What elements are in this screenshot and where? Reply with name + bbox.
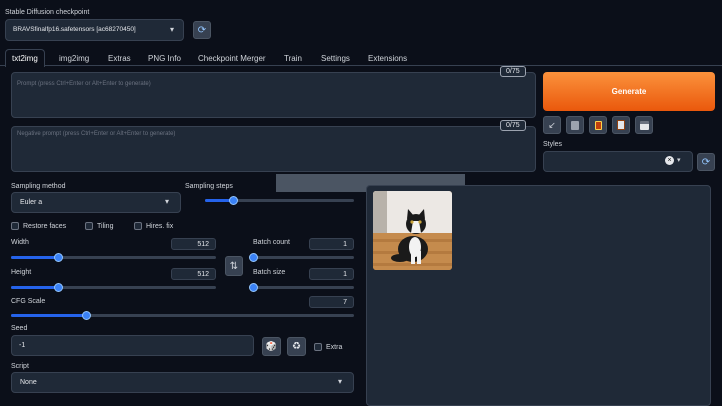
- extra-networks-button[interactable]: [589, 116, 607, 134]
- random-seed-button[interactable]: 🎲: [262, 337, 281, 356]
- arrow-in-icon: ↙: [548, 119, 556, 130]
- batch-size-slider[interactable]: [249, 283, 354, 292]
- dice-icon: 🎲: [265, 341, 278, 351]
- card-icon: [594, 120, 602, 130]
- cfg-scale-slider[interactable]: [11, 311, 354, 320]
- height-input[interactable]: 512: [171, 268, 216, 280]
- styles-label: Styles: [543, 141, 563, 148]
- batch-size-input[interactable]: 1: [309, 268, 354, 280]
- read-params-button[interactable]: ↙: [543, 116, 561, 134]
- seed-input[interactable]: -1: [11, 335, 254, 356]
- generated-image-thumbnail[interactable]: [373, 191, 452, 270]
- tab-checkpoint-merger[interactable]: Checkpoint Merger: [198, 54, 266, 63]
- refresh-icon: ⟳: [197, 24, 207, 36]
- sampling-method-label: Sampling method: [11, 183, 66, 190]
- checkbox-box[interactable]: [134, 222, 142, 230]
- tab-png-info[interactable]: PNG Info: [148, 54, 181, 63]
- negative-prompt-token-counter: 0/75: [500, 120, 526, 131]
- cfg-scale-input[interactable]: 7: [309, 296, 354, 308]
- restore-faces-checkbox[interactable]: Restore faces: [11, 222, 66, 230]
- negative-prompt-textarea[interactable]: Negative prompt (press Ctrl+Enter or Alt…: [11, 126, 536, 172]
- seed-label: Seed: [11, 325, 28, 332]
- checkbox-box[interactable]: [85, 222, 93, 230]
- apply-styles-button[interactable]: [612, 116, 630, 134]
- generate-button[interactable]: Generate: [543, 72, 715, 111]
- save-icon: [639, 120, 649, 130]
- tab-txt2img[interactable]: txt2img: [5, 49, 45, 67]
- prompt-textarea[interactable]: Prompt (press Ctrl+Enter or Alt+Enter to…: [11, 72, 536, 118]
- checkpoint-select[interactable]: BRAVSfinalfp16.safetensors [ac68270450] …: [5, 19, 184, 41]
- width-input[interactable]: 512: [171, 238, 216, 250]
- prompt-placeholder: Prompt (press Ctrl+Enter or Alt+Enter to…: [17, 81, 151, 87]
- tab-divider: [0, 65, 722, 66]
- script-select[interactable]: None ▾: [11, 372, 354, 393]
- height-slider[interactable]: [11, 283, 216, 292]
- sampling-method-value: Euler a: [20, 199, 43, 206]
- cat-image: [373, 191, 452, 270]
- tiling-checkbox[interactable]: Tiling: [85, 222, 113, 230]
- cfg-scale-label: CFG Scale: [11, 298, 46, 305]
- checkpoint-label: Stable Diffusion checkpoint: [5, 9, 90, 16]
- width-slider[interactable]: [11, 253, 216, 262]
- extra-seed-checkbox[interactable]: Extra: [314, 343, 342, 351]
- restore-faces-label: Restore faces: [23, 222, 67, 230]
- refresh-icon: ⟳: [701, 156, 711, 168]
- batch-count-input[interactable]: 1: [309, 238, 354, 250]
- checkpoint-value: BRAVSfinalfp16.safetensors [ac68270450]: [13, 26, 136, 33]
- checkbox-box[interactable]: [314, 343, 322, 351]
- trash-icon: [571, 120, 579, 130]
- clear-prompt-button[interactable]: [566, 116, 584, 134]
- tab-img2img[interactable]: img2img: [59, 54, 89, 63]
- negative-prompt-placeholder: Negative prompt (press Ctrl+Enter or Alt…: [17, 131, 176, 137]
- chevron-down-icon: ▾: [164, 197, 169, 206]
- batch-count-slider[interactable]: [249, 253, 354, 262]
- swap-dimensions-button[interactable]: ⇅: [225, 256, 243, 276]
- swap-icon: ⇅: [229, 260, 239, 272]
- refresh-checkpoint-button[interactable]: ⟳: [193, 21, 211, 39]
- sampling-method-select[interactable]: Euler a ▾: [11, 192, 181, 213]
- styles-select[interactable]: × ▾: [543, 151, 693, 172]
- tab-extensions[interactable]: Extensions: [368, 54, 407, 63]
- extra-label: Extra: [326, 343, 343, 351]
- clipboard-icon: [617, 120, 625, 130]
- tab-settings[interactable]: Settings: [321, 54, 350, 63]
- chevron-down-icon: ▾: [169, 25, 174, 34]
- save-style-button[interactable]: [635, 116, 653, 134]
- width-label: Width: [11, 239, 29, 246]
- clear-icon[interactable]: ×: [665, 156, 674, 165]
- reuse-seed-button[interactable]: ♻: [287, 337, 306, 356]
- batch-size-label: Batch size: [253, 269, 286, 276]
- sampling-steps-label: Sampling steps: [185, 183, 233, 190]
- prompt-token-counter: 0/75: [500, 66, 526, 77]
- batch-count-label: Batch count: [253, 239, 290, 246]
- tiling-label: Tiling: [97, 222, 114, 230]
- refresh-styles-button[interactable]: ⟳: [697, 153, 715, 171]
- seed-value: -1: [19, 342, 26, 349]
- chevron-down-icon: ▾: [337, 377, 342, 386]
- chevron-down-icon: ▾: [677, 157, 681, 164]
- checkbox-box[interactable]: [11, 222, 19, 230]
- tab-extras[interactable]: Extras: [108, 54, 131, 63]
- tab-train[interactable]: Train: [284, 54, 302, 63]
- height-label: Height: [11, 269, 32, 276]
- script-label: Script: [11, 363, 29, 370]
- script-value: None: [20, 379, 37, 386]
- recycle-icon: ♻: [292, 341, 301, 352]
- sampling-steps-slider[interactable]: [205, 196, 354, 205]
- hires-fix-label: Hires. fix: [146, 222, 174, 230]
- hires-fix-checkbox[interactable]: Hires. fix: [134, 222, 173, 230]
